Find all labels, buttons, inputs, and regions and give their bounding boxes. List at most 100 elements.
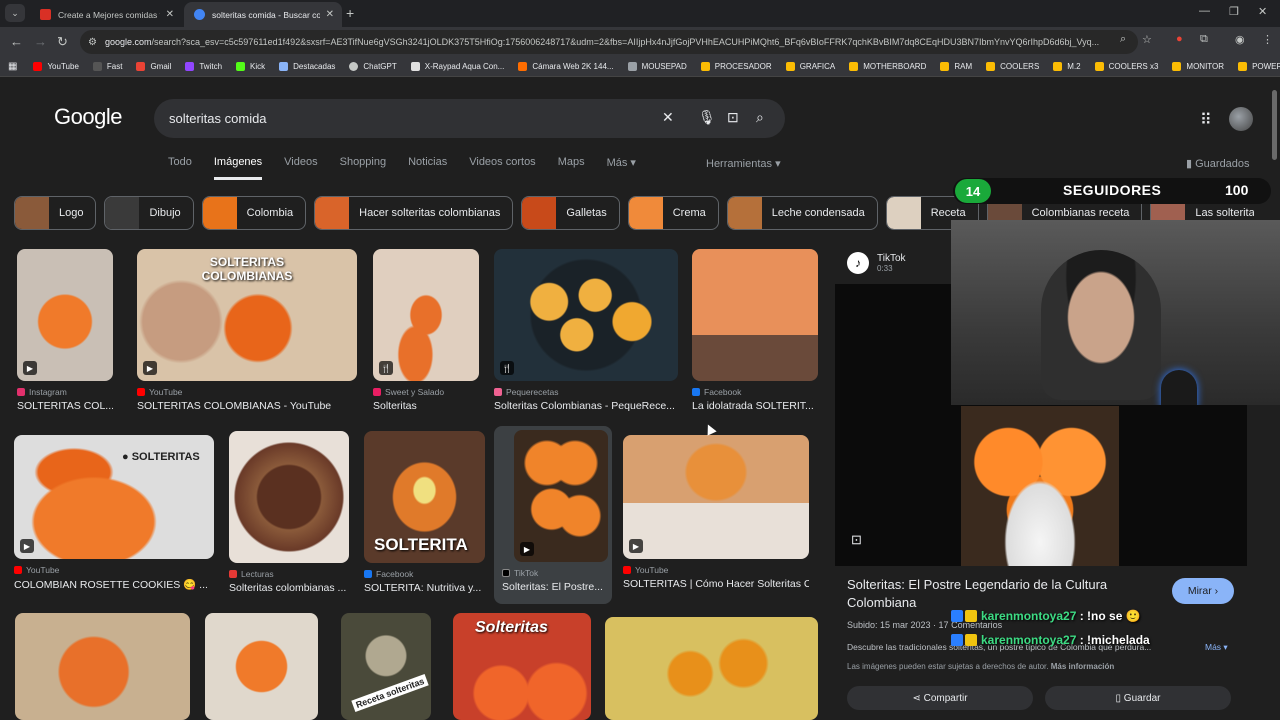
- result-title[interactable]: SOLTERITAS COL...: [17, 400, 113, 412]
- menu-dots-icon[interactable]: ⋮: [1262, 33, 1273, 46]
- result-thumbnail[interactable]: SOLTERITA: [364, 431, 485, 563]
- result-title[interactable]: COLOMBIAN ROSETTE COOKIES 😋 ...: [14, 578, 214, 591]
- image-result[interactable]: Solteritas: [453, 613, 591, 720]
- result-source[interactable]: YouTube: [137, 387, 357, 397]
- extensions-puzzle-icon[interactable]: ⧉: [1200, 33, 1208, 46]
- result-source[interactable]: YouTube: [14, 565, 214, 575]
- result-title[interactable]: La idolatrada SOLTERIT...: [692, 400, 818, 412]
- tab-shopping[interactable]: Shopping: [340, 156, 387, 176]
- image-result[interactable]: ▶ YouTube SOLTERITAS | Cómo Hacer Solter…: [623, 435, 809, 590]
- image-result[interactable]: [15, 613, 190, 720]
- reload-icon[interactable]: ↻: [57, 34, 68, 50]
- browser-tab-1[interactable]: Create a Mejores comidas típic ✕: [30, 2, 182, 27]
- profile-icon[interactable]: ◉: [1235, 33, 1245, 46]
- close-tab-icon[interactable]: ✕: [326, 9, 334, 20]
- bookmark-twitch[interactable]: Twitch: [185, 62, 222, 71]
- tab-videos[interactable]: Videos: [284, 156, 317, 176]
- image-result[interactable]: Facebook La idolatrada SOLTERIT...: [692, 249, 818, 412]
- result-thumbnail[interactable]: ▶: [514, 430, 608, 562]
- chip-crema[interactable]: Crema: [627, 196, 719, 230]
- extension-icon[interactable]: ●: [1176, 33, 1183, 45]
- result-thumbnail[interactable]: Solteritas: [453, 613, 591, 720]
- tab-videos-cortos[interactable]: Videos cortos: [469, 156, 535, 176]
- zoom-icon[interactable]: ⌕: [1120, 33, 1126, 46]
- bookmark-power-supply[interactable]: POWER SUPPLY: [1238, 62, 1280, 71]
- tab-maps[interactable]: Maps: [558, 156, 585, 176]
- bookmark-fast[interactable]: Fast: [92, 62, 122, 71]
- result-source[interactable]: TikTok: [498, 568, 608, 578]
- visit-button[interactable]: Mirar ›: [1172, 578, 1234, 604]
- result-title[interactable]: Solteritas Colombianas - PequeRece...: [494, 400, 678, 412]
- tab-todo[interactable]: Todo: [168, 156, 192, 176]
- bookmark-grafica[interactable]: GRAFICA: [785, 62, 835, 71]
- browser-tab-2[interactable]: solteritas comida - Buscar con G ✕: [184, 2, 342, 27]
- minimize-icon[interactable]: —: [1199, 5, 1210, 17]
- scrollbar-thumb[interactable]: [1272, 90, 1277, 160]
- image-result[interactable]: 🍴 Pequerecetas Solteritas Colombianas - …: [494, 249, 678, 412]
- image-result[interactable]: SOLTERITAS COLOMBIANAS ▶ YouTube SOLTERI…: [137, 249, 357, 412]
- apps-grid-icon[interactable]: ▦: [8, 61, 17, 72]
- result-thumbnail[interactable]: SOLTERITAS COLOMBIANAS ▶: [137, 249, 357, 381]
- chip-dibujo[interactable]: Dibujo: [104, 196, 194, 230]
- result-thumbnail[interactable]: [15, 613, 190, 720]
- result-source[interactable]: Pequerecetas: [494, 387, 678, 397]
- bookmark-gmail[interactable]: Gmail: [136, 62, 171, 71]
- lens-search-icon[interactable]: ⊡: [851, 532, 862, 548]
- image-result[interactable]: Lecturas Solteritas colombianas ...: [229, 431, 349, 594]
- google-apps-icon[interactable]: ⠿: [1200, 110, 1212, 130]
- result-title[interactable]: Solteritas: [373, 400, 479, 412]
- result-source[interactable]: Sweet y Salado: [373, 387, 479, 397]
- search-input[interactable]: solteritas comida ✕ 🎙 ⊡ ⌕: [154, 99, 785, 138]
- account-avatar[interactable]: [1229, 107, 1253, 131]
- site-info-icon[interactable]: ⚙: [88, 37, 97, 48]
- bookmark-youtube[interactable]: YouTube: [33, 62, 79, 71]
- preview-source[interactable]: ♪ TikTok 0:33: [847, 252, 906, 274]
- bookmark-mousepad[interactable]: MOUSEPAD: [627, 62, 687, 71]
- bookmark-xraypad[interactable]: X-Raypad Aqua Con...: [410, 62, 504, 71]
- result-thumbnail[interactable]: ● SOLTERITAS ▶: [14, 435, 214, 559]
- image-result[interactable]: Receta solteritas: [341, 613, 431, 720]
- result-thumbnail[interactable]: ▶: [17, 249, 113, 381]
- result-thumbnail[interactable]: [205, 613, 318, 720]
- close-window-icon[interactable]: ✕: [1258, 5, 1267, 18]
- image-result[interactable]: [205, 613, 318, 720]
- result-title[interactable]: SOLTERITAS | Cómo Hacer Solteritas C...: [623, 578, 809, 590]
- bookmark-kick[interactable]: Kick: [236, 62, 265, 71]
- bookmark-ram[interactable]: RAM: [940, 62, 972, 71]
- result-title[interactable]: SOLTERITAS COLOMBIANAS - YouTube: [137, 400, 357, 412]
- bookmark-chatgpt[interactable]: ChatGPT: [349, 62, 397, 71]
- save-button[interactable]: ▯ Guardar: [1045, 686, 1231, 710]
- microphone-icon[interactable]: 🎙: [698, 109, 716, 126]
- result-thumbnail[interactable]: [692, 249, 818, 381]
- image-result[interactable]: SOLTERITA Facebook SOLTERITA: Nutritiva …: [364, 431, 485, 594]
- back-icon[interactable]: ←: [10, 34, 23, 49]
- chip-logo[interactable]: Logo: [14, 196, 97, 230]
- bookmark-m2[interactable]: M.2: [1053, 62, 1081, 71]
- clear-search-icon[interactable]: ✕: [662, 109, 674, 126]
- image-result[interactable]: ● SOLTERITAS ▶ YouTube COLOMBIAN ROSETTE…: [14, 435, 214, 591]
- google-logo[interactable]: Google: [54, 104, 122, 130]
- page-scrollbar[interactable]: [1271, 86, 1278, 720]
- bookmark-procesador[interactable]: PROCESADOR: [700, 62, 772, 71]
- bookmark-camara[interactable]: Cámara Web 2K 144...: [518, 62, 614, 71]
- result-title[interactable]: Solteritas: El Postre...: [498, 581, 608, 593]
- bookmark-coolers[interactable]: COOLERS: [986, 62, 1039, 71]
- result-thumbnail[interactable]: [229, 431, 349, 563]
- result-thumbnail[interactable]: 🍴: [373, 249, 479, 381]
- bookmark-monitor[interactable]: MONITOR: [1172, 62, 1224, 71]
- tab-imagenes[interactable]: Imágenes: [213, 156, 263, 180]
- chip-leche-condensada[interactable]: Leche condensada: [726, 196, 878, 230]
- bookmark-destacadas[interactable]: Destacadas: [279, 62, 335, 71]
- image-result-selected[interactable]: ▶ TikTok Solteritas: El Postre...: [494, 426, 612, 604]
- tab-search-button[interactable]: ⌄: [5, 4, 25, 22]
- tools-button[interactable]: Herramientas ▾: [706, 157, 781, 170]
- more-info-link[interactable]: Más información: [1051, 662, 1115, 671]
- result-source[interactable]: YouTube: [623, 565, 809, 575]
- result-thumbnail[interactable]: ▶: [623, 435, 809, 559]
- forward-icon[interactable]: →: [34, 34, 47, 49]
- result-source[interactable]: Facebook: [692, 387, 818, 397]
- result-source[interactable]: Instagram: [17, 387, 113, 397]
- share-button[interactable]: ⋖ Compartir: [847, 686, 1033, 710]
- chip-galletas[interactable]: Galletas: [521, 196, 620, 230]
- close-tab-icon[interactable]: ✕: [166, 9, 174, 20]
